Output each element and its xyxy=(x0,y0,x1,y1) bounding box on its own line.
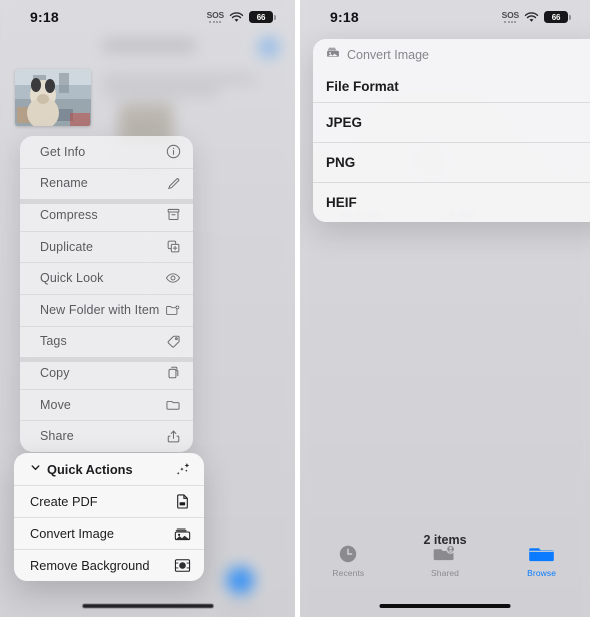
file-format-section-title: File Format xyxy=(326,78,399,94)
sparkles-icon xyxy=(174,461,191,478)
quick-action-label: Remove Background xyxy=(30,557,150,573)
convert-image-header-label: Convert Image xyxy=(347,47,429,62)
signal-dots-icon xyxy=(209,21,222,23)
tab-browse[interactable]: Browse xyxy=(504,543,580,578)
menu-item-label: New Folder with Item xyxy=(40,302,160,317)
archive-box-icon xyxy=(165,207,181,223)
menu-item-new-folder-with-item[interactable]: New Folder with Item xyxy=(20,293,193,326)
clock-icon xyxy=(338,543,358,565)
ghost-accent-dot xyxy=(258,36,280,58)
menu-item-rename[interactable]: Rename xyxy=(20,167,193,200)
quick-actions-header-left: Quick Actions xyxy=(30,460,133,478)
battery-level-text: 66 xyxy=(551,12,561,22)
tag-icon xyxy=(165,333,181,349)
quick-actions-header[interactable]: Quick Actions xyxy=(14,453,204,485)
share-icon xyxy=(165,428,181,444)
pencil-icon xyxy=(165,175,181,191)
photo-stack-icon xyxy=(174,525,191,542)
ghost-tabbar-icon xyxy=(226,566,255,595)
quick-action-convert-image[interactable]: Convert Image xyxy=(14,517,204,549)
ghost-file-subtitle xyxy=(102,74,257,84)
status-bar-indicators: SOS 66 xyxy=(502,11,571,23)
folder-plus-icon xyxy=(165,302,181,318)
sos-label: SOS xyxy=(501,10,520,20)
signal-dots-icon xyxy=(504,21,517,23)
home-indicator xyxy=(379,604,511,608)
menu-item-label: Tags xyxy=(40,334,67,349)
status-bar-indicators: SOS 66 xyxy=(207,11,276,23)
menu-item-label: Copy xyxy=(40,365,70,380)
battery-indicator: 66 xyxy=(249,11,276,23)
right-phone-screen: 64.4 MB 2.6 MB 9:18 SOS 66 xyxy=(300,0,590,617)
context-menu: Get Info Rename Compress Duplicate Quick… xyxy=(20,136,193,452)
battery-level-text: 66 xyxy=(256,12,266,22)
menu-item-label: Quick Look xyxy=(40,271,104,286)
info-circle-icon xyxy=(165,144,181,160)
quick-action-remove-background[interactable]: Remove Background xyxy=(14,549,204,581)
ghost-file-subtitle xyxy=(102,87,220,96)
sos-indicator: SOS xyxy=(502,11,519,23)
home-indicator xyxy=(82,604,213,608)
format-option-png[interactable]: PNG xyxy=(313,142,590,182)
menu-item-label: Move xyxy=(40,397,71,412)
wifi-icon xyxy=(229,11,244,22)
menu-item-label: Duplicate xyxy=(40,239,94,254)
tab-label: Shared xyxy=(430,568,459,578)
tab-label: Recents xyxy=(332,568,365,578)
folder-icon xyxy=(165,397,181,413)
photo-thumbnail[interactable] xyxy=(15,69,91,126)
folder-filled-icon xyxy=(529,543,554,565)
tab-shared[interactable]: Shared xyxy=(407,543,483,578)
quick-action-create-pdf[interactable]: Create PDF xyxy=(14,485,204,517)
menu-item-label: Compress xyxy=(40,207,98,222)
sos-indicator: SOS xyxy=(207,11,224,23)
battery-indicator: 66 xyxy=(544,11,571,23)
ghost-file-title xyxy=(102,39,196,52)
photo-stack-icon xyxy=(326,45,340,64)
screenshot-root: 9:18 SOS 66 Get Info Rename Compress Dup… xyxy=(0,0,590,617)
menu-item-quick-look[interactable]: Quick Look xyxy=(20,262,193,294)
status-bar: 9:18 SOS 66 xyxy=(300,0,590,34)
format-option-jpeg[interactable]: JPEG xyxy=(313,102,590,142)
menu-item-duplicate[interactable]: Duplicate xyxy=(20,230,193,263)
quick-action-label: Create PDF xyxy=(30,493,98,509)
convert-image-header[interactable]: Convert Image xyxy=(313,39,590,70)
format-option-heif[interactable]: HEIF xyxy=(313,182,590,222)
menu-item-tags[interactable]: Tags xyxy=(20,325,193,358)
document-pdf-icon xyxy=(174,493,191,510)
chevron-down-icon xyxy=(30,460,41,478)
format-option-label: HEIF xyxy=(326,194,357,210)
menu-item-move[interactable]: Move xyxy=(20,388,193,421)
status-bar-time: 9:18 xyxy=(330,9,359,25)
menu-item-compress[interactable]: Compress xyxy=(20,199,193,231)
ghost-tabbar-label xyxy=(222,602,259,612)
duplicate-icon xyxy=(165,239,181,255)
copy-icon xyxy=(165,365,181,381)
format-option-label: JPEG xyxy=(326,114,363,130)
sos-label: SOS xyxy=(206,10,225,20)
eye-icon xyxy=(165,270,181,286)
shared-folder-icon xyxy=(433,543,456,565)
tab-label: Browse xyxy=(527,568,557,578)
format-option-label: PNG xyxy=(326,154,356,170)
tab-bar: Recents Shared Browse xyxy=(300,543,590,591)
photo-thumbnail-image xyxy=(15,69,91,126)
wifi-icon xyxy=(524,11,539,22)
menu-item-label: Rename xyxy=(40,176,88,191)
left-phone-screen: 9:18 SOS 66 Get Info Rename Compress Dup… xyxy=(0,0,295,617)
quick-actions-panel: Quick Actions Create PDF Convert Image R… xyxy=(14,453,204,581)
menu-item-share[interactable]: Share xyxy=(20,420,193,452)
quick-action-label: Convert Image xyxy=(30,525,114,541)
file-format-section-title-row: File Format xyxy=(313,70,590,102)
convert-image-sheet: Convert Image File Format JPEG PNG HEIF xyxy=(313,39,590,222)
remove-background-icon xyxy=(174,557,191,574)
quick-actions-label: Quick Actions xyxy=(47,461,133,477)
menu-item-label: Get Info xyxy=(40,144,86,159)
tab-recents[interactable]: Recents xyxy=(310,543,386,578)
status-bar: 9:18 SOS 66 xyxy=(0,0,295,34)
menu-item-label: Share xyxy=(40,429,74,444)
menu-item-copy[interactable]: Copy xyxy=(20,357,193,389)
menu-item-get-info[interactable]: Get Info xyxy=(20,136,193,168)
status-bar-time: 9:18 xyxy=(30,9,59,25)
